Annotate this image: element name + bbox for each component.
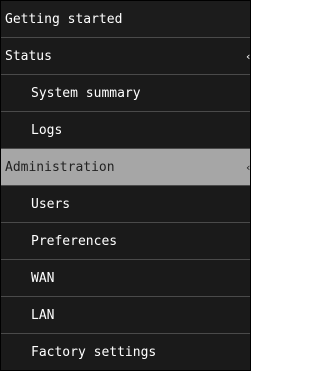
nav-item-logs[interactable]: Logs [1, 112, 250, 149]
nav-item-label: Administration [5, 160, 115, 175]
nav-item-label: WAN [31, 271, 55, 286]
nav-section-status[interactable]: Status ‹ [1, 38, 250, 75]
nav-item-factory-settings[interactable]: Factory settings [1, 334, 250, 370]
nav-item-preferences[interactable]: Preferences [1, 223, 250, 260]
nav-item-users[interactable]: Users [1, 186, 250, 223]
nav-item-label: Factory settings [31, 345, 157, 360]
sidebar-nav: Getting started Status ‹ System summary … [0, 0, 251, 371]
nav-item-lan[interactable]: LAN [1, 297, 250, 334]
chevron-left-icon: ‹ [245, 50, 251, 63]
nav-item-wan[interactable]: WAN [1, 260, 250, 297]
nav-item-label: Users [31, 197, 71, 212]
nav-item-system-summary[interactable]: System summary [1, 75, 250, 112]
nav-section-administration[interactable]: Administration ‹ [1, 149, 250, 186]
nav-item-label: Status [5, 49, 52, 64]
nav-item-label: Preferences [31, 234, 118, 249]
nav-item-label: LAN [31, 308, 55, 323]
chevron-left-icon: ‹ [245, 161, 251, 174]
nav-item-label: System summary [31, 86, 141, 101]
nav-item-label: Getting started [5, 12, 123, 27]
nav-item-label: Logs [31, 123, 63, 138]
nav-item-getting-started[interactable]: Getting started [1, 1, 250, 38]
